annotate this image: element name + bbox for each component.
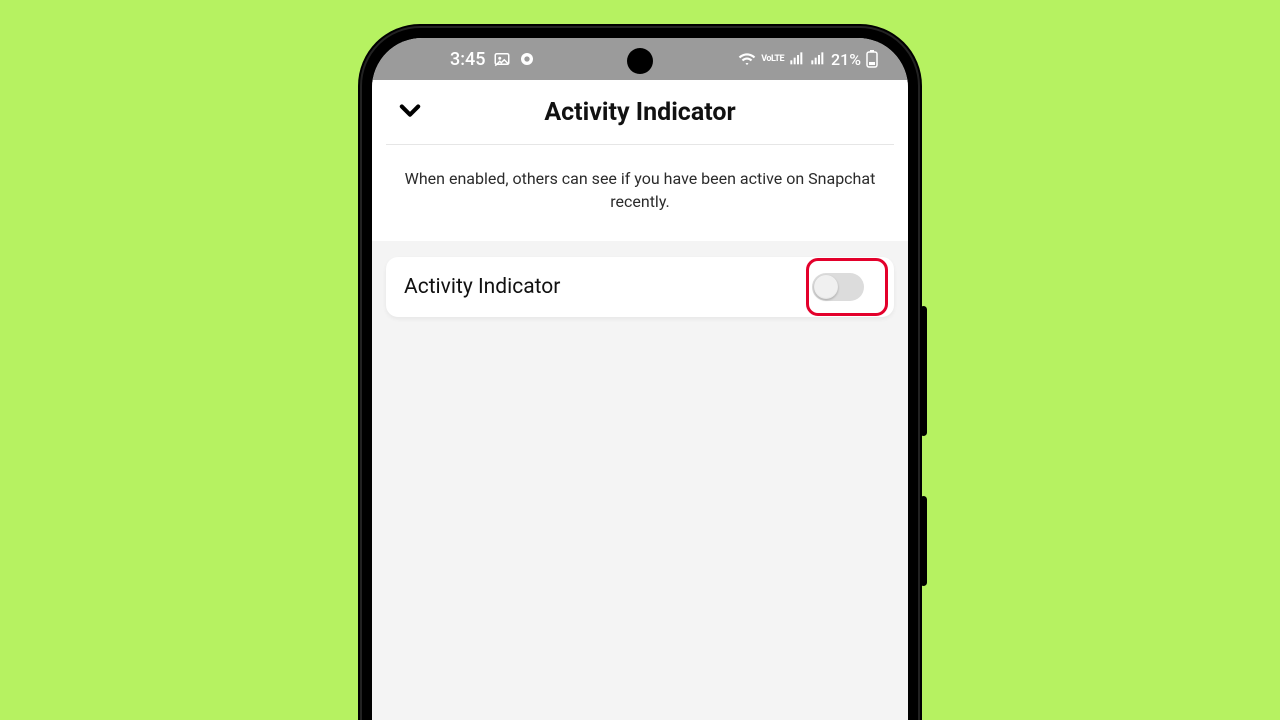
image-icon [493, 50, 511, 68]
signal-icon [810, 51, 826, 67]
stage: 3:45 VoLTE [0, 0, 1280, 720]
volte-label: VoLTE [761, 55, 784, 64]
phone-frame: 3:45 VoLTE [360, 26, 920, 720]
spacer [372, 241, 908, 247]
setting-label: Activity Indicator [404, 275, 560, 299]
phone-screen: 3:45 VoLTE [372, 38, 908, 720]
activity-indicator-toggle[interactable] [812, 273, 864, 301]
phone-side-button [920, 496, 927, 586]
activity-indicator-row: Activity Indicator [386, 257, 894, 317]
phone-camera-hole [627, 48, 653, 74]
back-button[interactable] [392, 94, 428, 130]
empty-area [372, 317, 908, 720]
wifi-icon [738, 50, 756, 68]
signal-icon [789, 51, 805, 67]
status-time: 3:45 [450, 49, 485, 70]
setting-description: When enabled, others can see if you have… [372, 145, 908, 241]
chevron-down-icon [396, 96, 424, 128]
phone-side-button [920, 306, 927, 436]
toggle-knob [814, 275, 838, 299]
app-header: Activity Indicator [386, 80, 894, 145]
battery-icon [866, 50, 878, 68]
battery-percent: 21% [831, 50, 861, 69]
page-title: Activity Indicator [544, 98, 735, 127]
circle-icon [519, 51, 535, 67]
